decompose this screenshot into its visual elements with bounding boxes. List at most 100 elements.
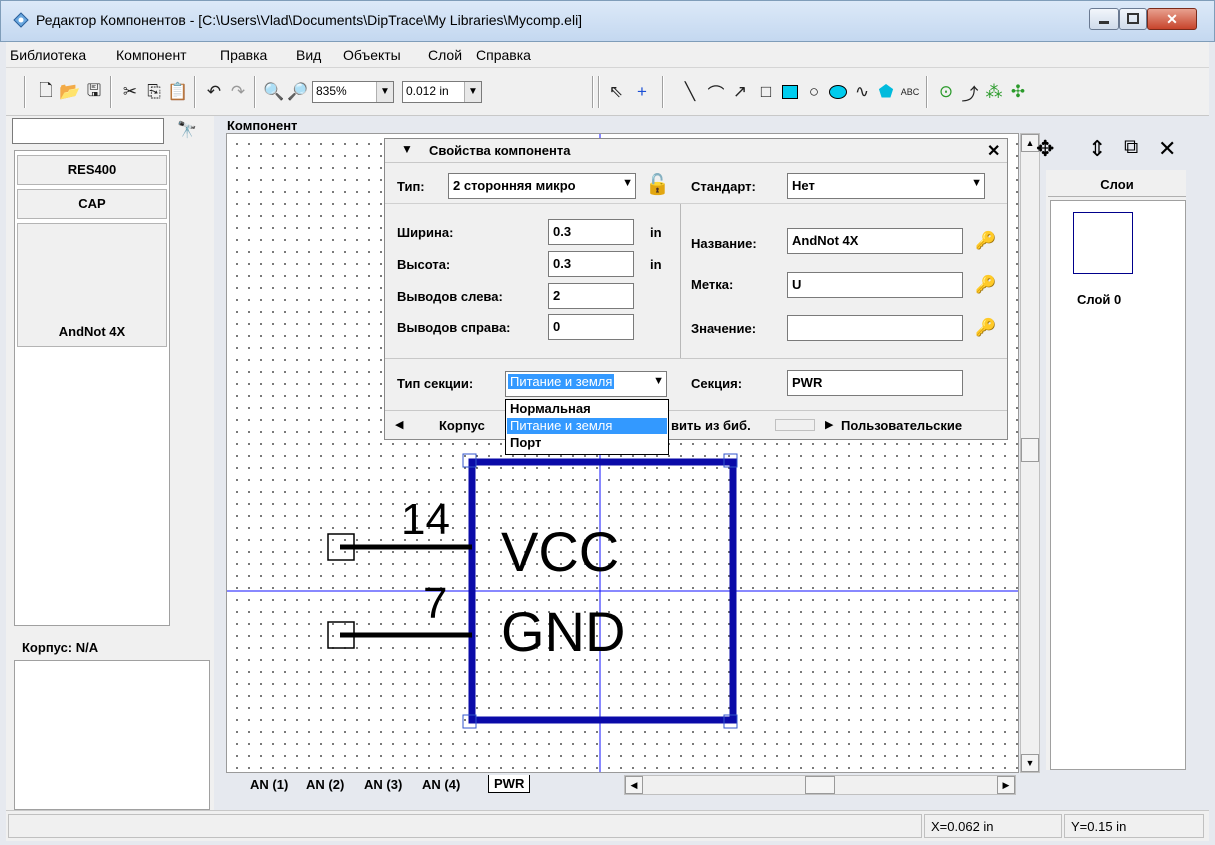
list-item[interactable]: CAP [17,189,167,219]
move-icon[interactable]: ✥ [1036,136,1054,162]
tab-an2[interactable]: AN (2) [306,777,344,792]
ref-input[interactable]: U [787,272,963,298]
ellipse-icon[interactable]: ○ [802,80,826,104]
copy-icon[interactable]: ⎘ [142,80,166,104]
pins-left-input[interactable]: 2 [548,283,634,309]
zoom-combo[interactable]: 835% ▼ [312,81,394,103]
custom-tab[interactable]: Пользовательские [841,418,962,433]
search-input[interactable] [12,118,164,144]
menu-component[interactable]: Компонент [116,47,187,63]
minimize-button[interactable] [1089,8,1119,30]
filled-ellipse-icon[interactable] [826,80,850,104]
dropdown-option-normal[interactable]: Нормальная [507,401,667,417]
horizontal-scrollbar[interactable]: ◀ ▶ [624,775,1016,795]
paste-icon[interactable]: 📋 [166,80,190,104]
window-title: Редактор Компонентов - [C:\Users\Vlad\Do… [36,12,583,28]
section-input[interactable]: PWR [787,370,963,396]
help-key-icon[interactable]: 🔑 [975,318,996,338]
value-input[interactable] [787,315,963,341]
layer-label[interactable]: Слой 0 [1077,292,1121,307]
app-icon [13,12,29,28]
text-icon[interactable]: ABC [898,80,922,104]
arc-icon[interactable]: ⌒ [704,80,728,104]
grid-combo[interactable]: 0.012 in ▼ [402,81,482,103]
pointer-icon[interactable]: ⇖ [604,80,628,104]
pin-number: 7 [423,579,448,628]
undo-icon[interactable]: ↶ [202,80,226,104]
menu-bar: Библиотека Компонент Правка Вид Объекты … [6,42,1209,68]
toolbar: 🗋 📂 🖫 ✂ ⎘ 📋 ↶ ↷ 🔍 🔎 835% ▼ 0.012 in ▼ ⇖ … [6,68,1209,116]
width-input[interactable]: 0.3 [548,219,634,245]
maximize-button[interactable] [1119,8,1147,30]
tab-an4[interactable]: AN (4) [422,777,460,792]
standard-select[interactable]: Нет ▼ [787,173,985,199]
component-list: RES400 CAP AndNot 4X [14,150,170,626]
close-icon[interactable]: ✕ [1158,136,1176,162]
zoom-fit-icon[interactable]: 🔎 [286,80,310,104]
polyline-icon[interactable]: ∿ [850,80,874,104]
arrow-right-icon: ▶ [825,419,834,431]
help-key-icon[interactable]: 🔑 [975,231,996,251]
layers-header: Слои [1048,175,1186,197]
section-type-select[interactable]: Питание и земля ▼ [505,371,667,397]
tab-an1[interactable]: AN (1) [250,777,288,792]
scroll-right-icon[interactable]: ▶ [997,776,1015,794]
menu-objects[interactable]: Объекты [343,47,401,63]
layers-list [1050,200,1186,770]
save-icon[interactable]: 🖫 [82,80,106,104]
canvas-label: Компонент [227,118,298,133]
crosshair-icon[interactable]: + [630,80,654,104]
ref-label: Метка: [691,277,734,292]
layer-thumbnail[interactable] [1073,212,1133,274]
redo-icon[interactable]: ↷ [226,80,250,104]
list-item[interactable]: RES400 [17,155,167,185]
zoom-in-icon[interactable]: 🔍 [262,80,286,104]
menu-layer[interactable]: Слой [428,47,462,63]
dialog-header: ▼ Свойства компонента ✕ [385,139,1007,163]
dropdown-option-port[interactable]: Порт [507,435,667,451]
dropdown-option-power[interactable]: Питание и земля [507,418,667,434]
rectangle-icon[interactable]: □ [754,80,778,104]
name-input[interactable]: AndNot 4X [787,228,963,254]
close-button[interactable]: ✕ [1147,8,1197,30]
up-down-icon[interactable]: ⇕ [1088,136,1106,162]
list-item[interactable]: AndNot 4X [17,223,167,347]
fit-icon[interactable]: ⧉ [1124,136,1138,159]
scroll-thumb[interactable] [805,776,835,794]
scroll-thumb[interactable] [1021,438,1039,462]
height-input[interactable]: 0.3 [548,251,634,277]
scroll-down-icon[interactable]: ▼ [1021,754,1039,772]
pin-icon[interactable]: ⊙ [934,80,958,104]
open-folder-icon[interactable]: 📂 [58,80,82,104]
collapse-icon[interactable]: ▼ [401,142,413,156]
cut-icon[interactable]: ✂ [118,80,142,104]
tab-pwr[interactable]: PWR [488,775,531,793]
close-icon[interactable]: ✕ [987,141,1000,161]
pin-grid-icon[interactable]: ✣ [1006,80,1030,104]
height-label: Высота: [397,257,451,272]
menu-view[interactable]: Вид [296,47,321,63]
new-file-icon[interactable]: 🗋 [34,80,58,104]
help-key-icon[interactable]: 🔑 [975,275,996,295]
package-tab[interactable]: Корпус [439,418,485,433]
load-from-lib-tab[interactable]: вить из биб. [671,418,751,433]
arrow-icon[interactable]: ↗ [728,80,752,104]
pin-array-icon[interactable]: ⁂ [982,80,1006,104]
arrow-left-icon[interactable]: ◀ [395,418,403,431]
binoculars-icon[interactable]: 🔭 [177,120,197,140]
pin-line-icon[interactable]: ⤴ [958,80,982,104]
type-select[interactable]: 2 сторонняя микро ▼ [448,173,636,199]
filled-rectangle-icon[interactable] [778,80,802,104]
vertical-scrollbar[interactable]: ▲ ▼ [1020,133,1040,773]
pins-right-input[interactable]: 0 [548,314,634,340]
type-label: Тип: [397,179,425,194]
menu-edit[interactable]: Правка [220,47,267,63]
menu-help[interactable]: Справка [476,47,531,63]
tab-an3[interactable]: AN (3) [364,777,402,792]
scroll-left-icon[interactable]: ◀ [625,776,643,794]
lock-icon[interactable]: 🔓 [645,172,670,197]
chevron-down-icon: ▼ [464,82,481,102]
line-icon[interactable]: ╲ [678,80,702,104]
menu-library[interactable]: Библиотека [10,47,86,63]
polygon-icon[interactable]: ⬟ [874,80,898,104]
